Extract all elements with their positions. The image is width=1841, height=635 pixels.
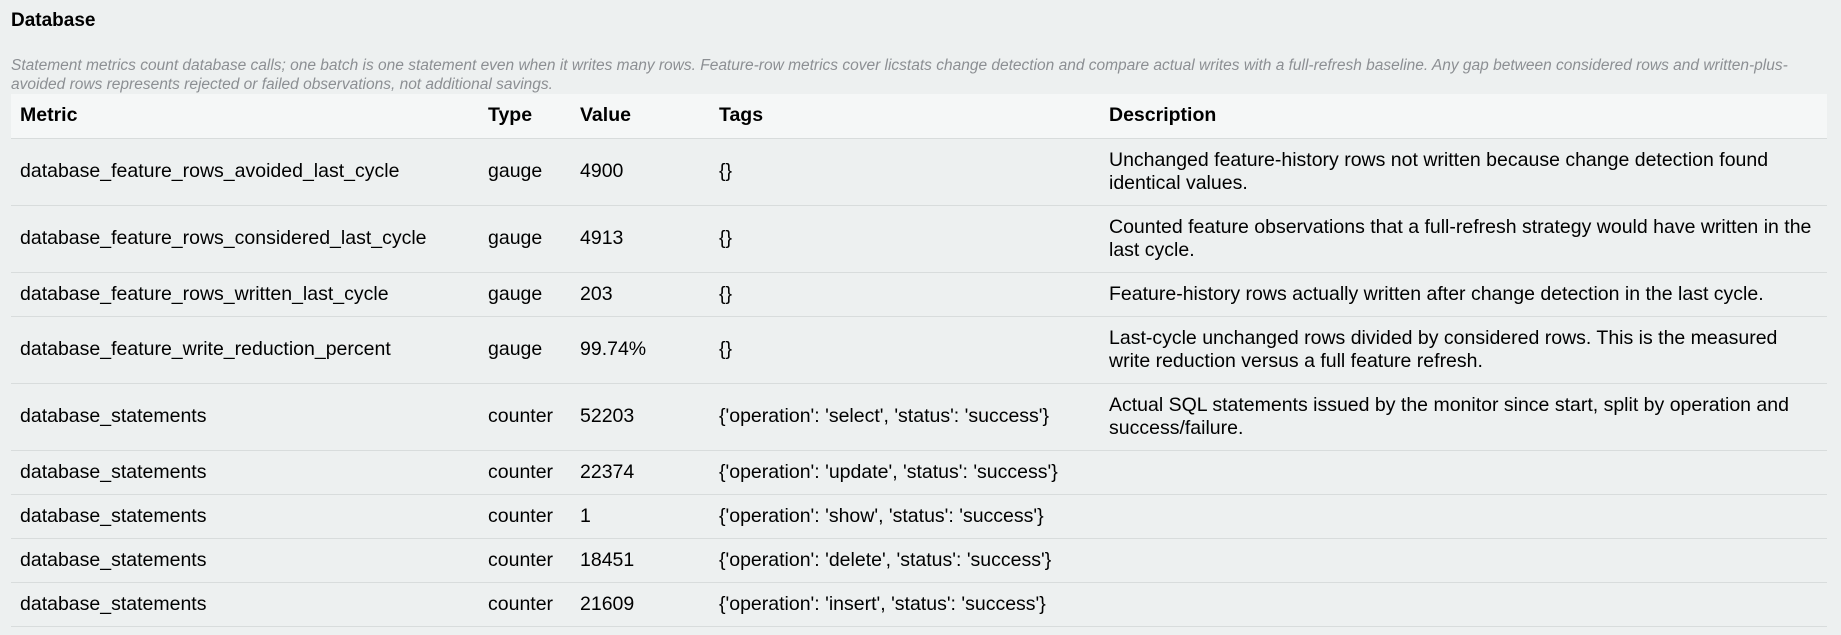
metric-cell: database_feature_rows_considered_last_cy… <box>11 205 479 273</box>
value-cell: 203 <box>571 272 710 317</box>
table-row: database_feature_rows_written_last_cycle… <box>11 272 1827 317</box>
value-cell: 22374 <box>571 450 710 495</box>
value-cell: 4900 <box>571 138 710 206</box>
table-row: database_statements counter 1 {'operatio… <box>11 494 1827 539</box>
metric-cell: database_feature_rows_written_last_cycle <box>11 272 479 317</box>
metric-cell: database_feature_rows_avoided_last_cycle <box>11 138 479 206</box>
metric-cell: database_statements <box>11 383 479 451</box>
description-cell <box>1100 450 1827 495</box>
table-row: database_statements counter 21609 {'oper… <box>11 582 1827 627</box>
header-metric: Metric <box>11 94 479 139</box>
value-cell: 4913 <box>571 205 710 273</box>
description-cell: Actual SQL statements issued by the moni… <box>1100 383 1827 451</box>
tags-cell: {'operation': 'insert', 'status': 'succe… <box>710 582 1100 627</box>
table-row: database_statements counter 18451 {'oper… <box>11 538 1827 583</box>
type-cell: gauge <box>479 205 571 273</box>
section-note: Statement metrics count database calls; … <box>11 57 1788 93</box>
value-cell: 21609 <box>571 582 710 627</box>
type-cell: counter <box>479 582 571 627</box>
description-cell <box>1100 494 1827 539</box>
description-cell: Counted feature observations that a full… <box>1100 205 1827 273</box>
header-type: Type <box>479 94 571 139</box>
metric-cell: database_feature_write_reduction_percent <box>11 316 479 384</box>
value-cell: 1 <box>571 494 710 539</box>
value-cell: 52203 <box>571 383 710 451</box>
table-row: database_statements counter 22374 {'oper… <box>11 450 1827 495</box>
tags-cell: {'operation': 'show', 'status': 'success… <box>710 494 1100 539</box>
tags-cell: {} <box>710 272 1100 317</box>
description-cell: Feature-history rows actually written af… <box>1100 272 1827 317</box>
description-cell: Last-cycle unchanged rows divided by con… <box>1100 316 1827 384</box>
tags-cell: {'operation': 'update', 'status': 'succe… <box>710 450 1100 495</box>
tags-cell: {'operation': 'select', 'status': 'succe… <box>710 383 1100 451</box>
type-cell: gauge <box>479 272 571 317</box>
tags-cell: {'operation': 'delete', 'status': 'succe… <box>710 538 1100 583</box>
table-row: database_statements counter 52203 {'oper… <box>11 383 1827 451</box>
header-tags: Tags <box>710 94 1100 139</box>
metrics-table: Metric Type Value Tags Description datab… <box>11 94 1827 627</box>
table-header-row: Metric Type Value Tags Description <box>11 94 1827 139</box>
type-cell: counter <box>479 383 571 451</box>
metric-cell: database_statements <box>11 494 479 539</box>
value-cell: 99.74% <box>571 316 710 384</box>
tags-cell: {} <box>710 138 1100 206</box>
tags-cell: {} <box>710 316 1100 384</box>
metric-cell: database_statements <box>11 582 479 627</box>
section-title: Database <box>11 10 96 31</box>
type-cell: gauge <box>479 316 571 384</box>
description-cell <box>1100 582 1827 627</box>
tags-cell: {} <box>710 205 1100 273</box>
metric-cell: database_statements <box>11 450 479 495</box>
header-description: Description <box>1100 94 1827 139</box>
type-cell: gauge <box>479 138 571 206</box>
description-cell: Unchanged feature-history rows not writt… <box>1100 138 1827 206</box>
description-cell <box>1100 538 1827 583</box>
type-cell: counter <box>479 494 571 539</box>
table-row: database_feature_rows_avoided_last_cycle… <box>11 138 1827 206</box>
table-row: database_feature_write_reduction_percent… <box>11 316 1827 384</box>
value-cell: 18451 <box>571 538 710 583</box>
type-cell: counter <box>479 538 571 583</box>
table-row: database_feature_rows_considered_last_cy… <box>11 205 1827 273</box>
metric-cell: database_statements <box>11 538 479 583</box>
database-section: Database Statement metrics count databas… <box>11 0 1827 627</box>
header-value: Value <box>571 94 710 139</box>
type-cell: counter <box>479 450 571 495</box>
